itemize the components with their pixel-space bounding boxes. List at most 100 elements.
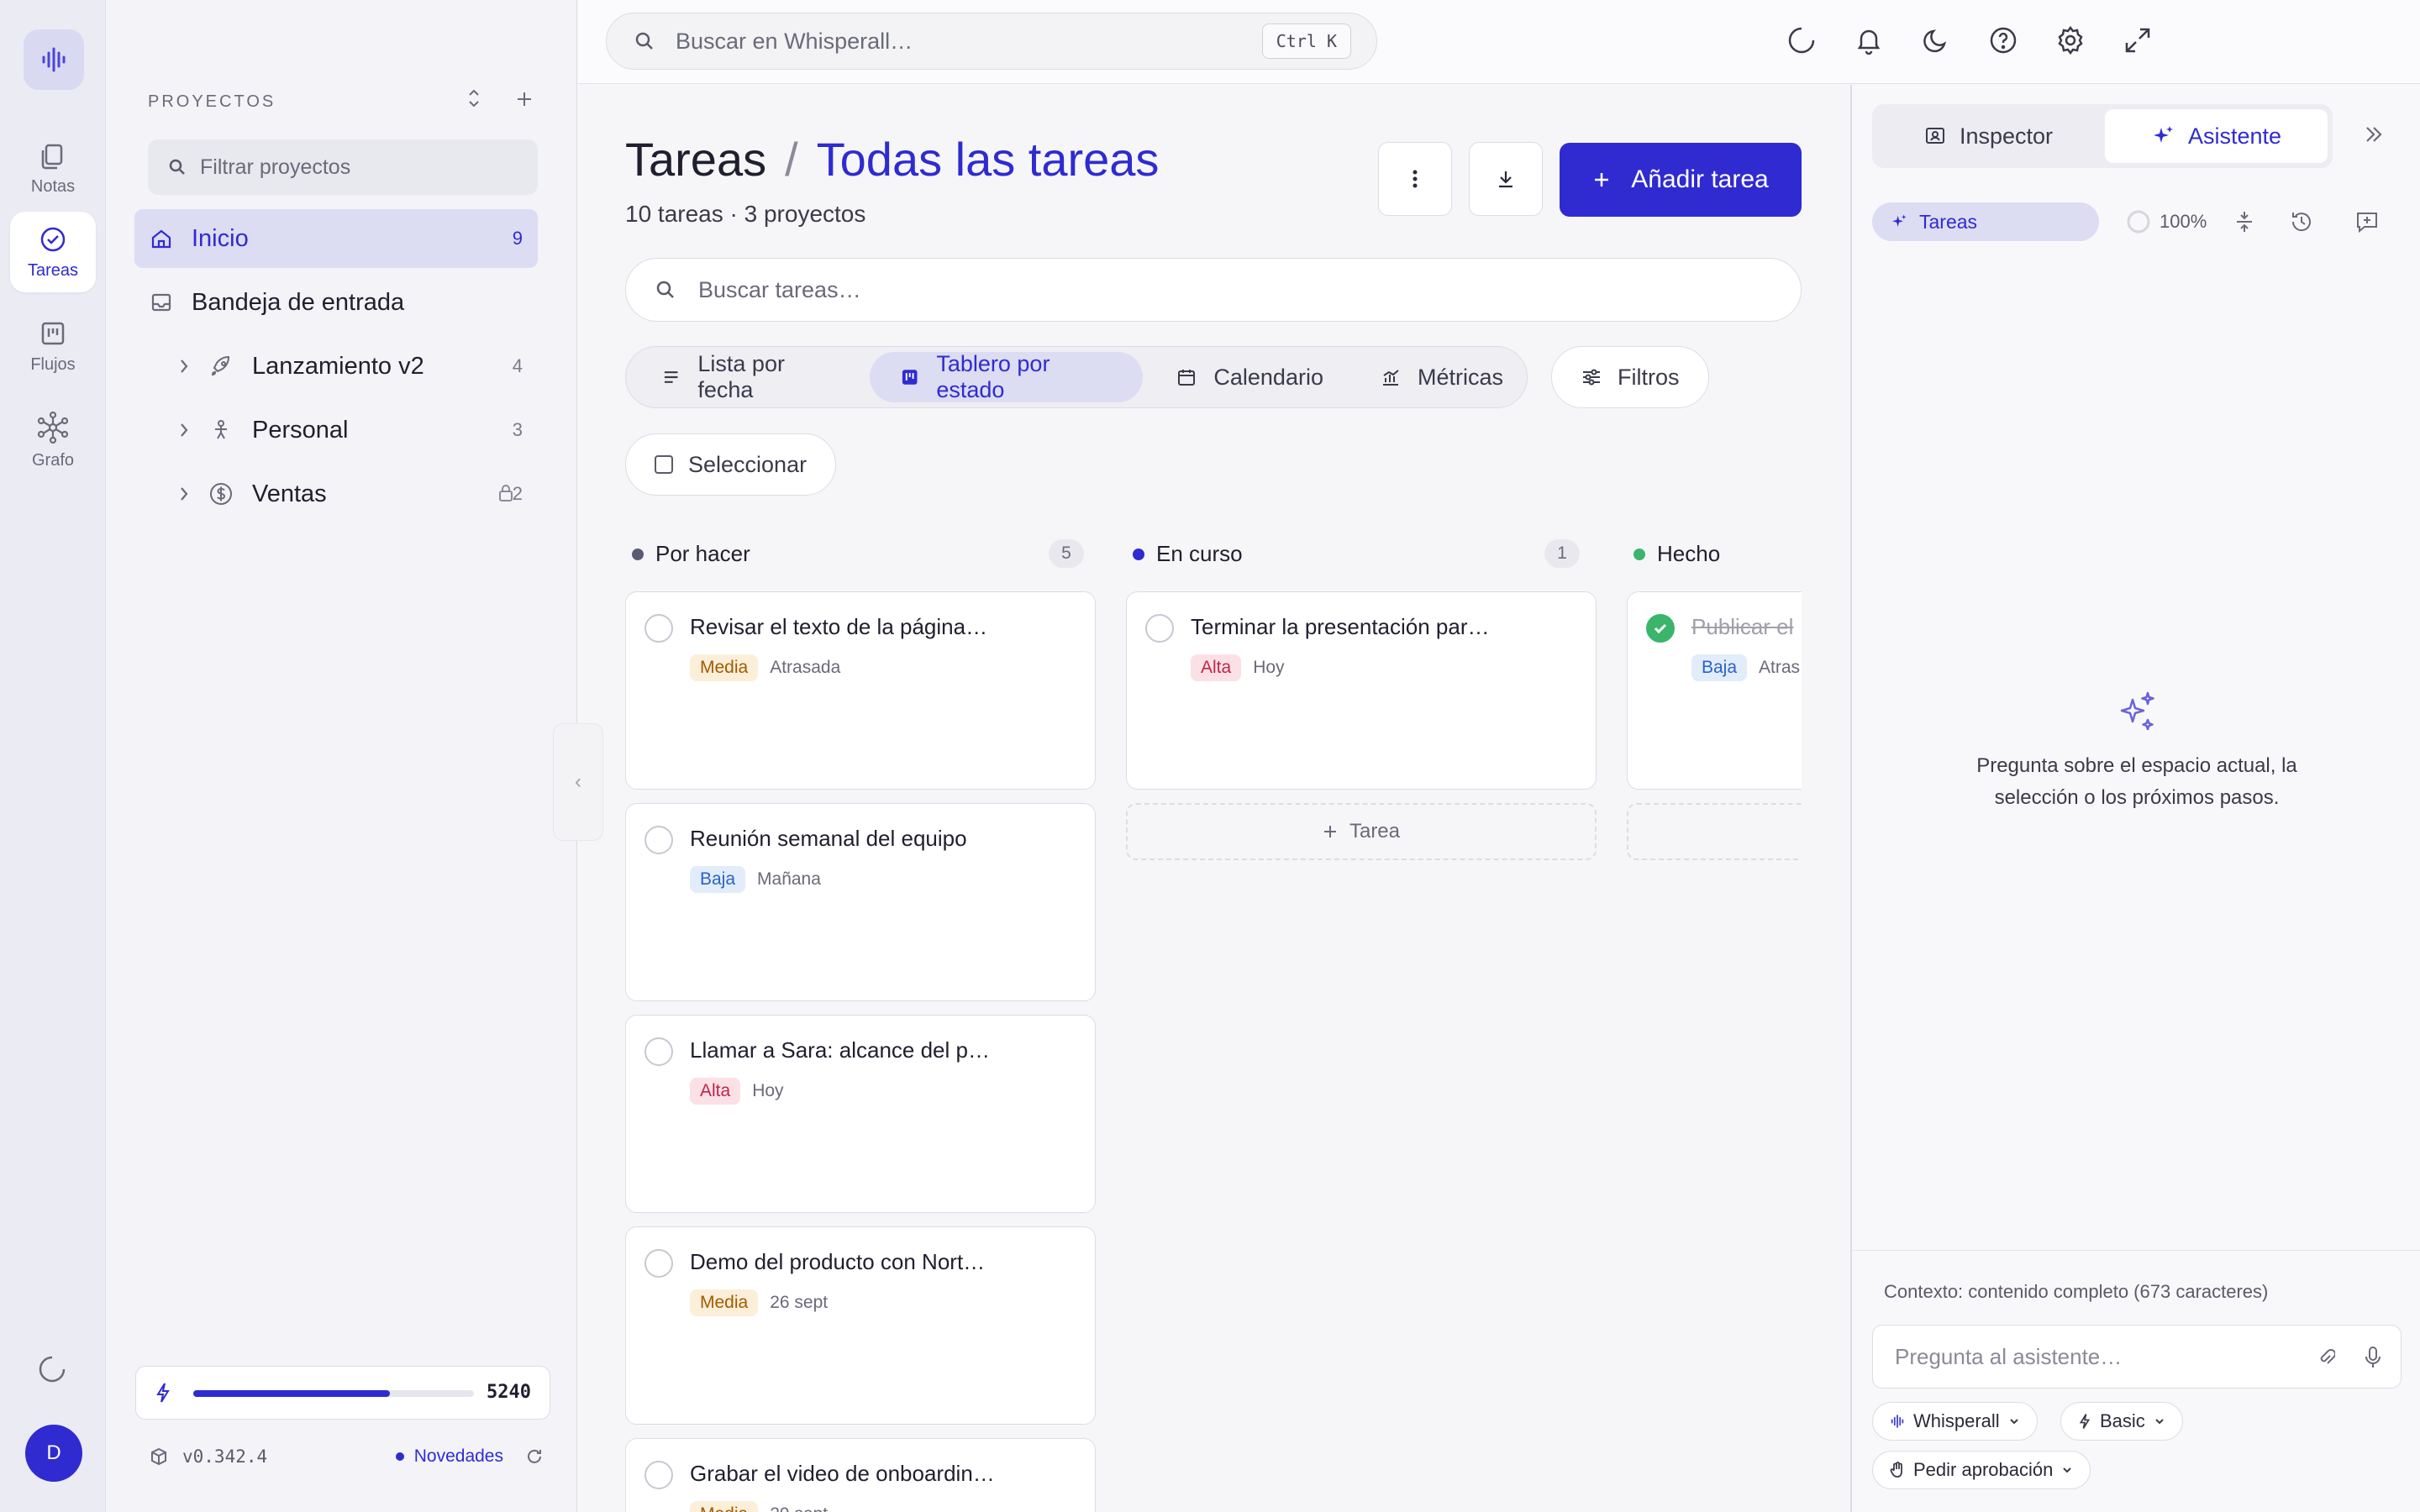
- help-icon[interactable]: [1988, 25, 2018, 55]
- flows-icon: [41, 322, 65, 344]
- priority-tag: Media: [690, 1501, 759, 1512]
- tasks-icon: [40, 227, 66, 251]
- tab-label: Tablero por estado: [936, 351, 1050, 402]
- section-label: PROYECTOS: [148, 92, 276, 111]
- expand-icon[interactable]: [2123, 25, 2153, 55]
- bell-icon[interactable]: [1854, 25, 1884, 55]
- tab-inspector[interactable]: Inspector: [1877, 109, 2100, 163]
- bolt-icon: [2079, 1414, 2091, 1429]
- tab-tablero-por-estado[interactable]: Tablero por estado: [869, 351, 1144, 402]
- empty-state-text: Pregunta sobre el espacio actual, la sel…: [1976, 754, 2297, 809]
- sidebar-item-bandeja[interactable]: Bandeja de entrada: [134, 273, 538, 332]
- tab-asistente[interactable]: Asistente: [2105, 109, 2328, 163]
- add-task-inline-button[interactable]: Tarea: [1126, 803, 1597, 860]
- priority-tag: Alta: [690, 1078, 741, 1105]
- select-button[interactable]: Seleccionar: [625, 433, 837, 496]
- sort-icon[interactable]: [466, 87, 481, 109]
- filters-button[interactable]: Filtros: [1551, 346, 1709, 408]
- task-card[interactable]: Llamar a Sara: alcance del p… Alta Hoy: [625, 1015, 1096, 1213]
- task-card[interactable]: Publicar el Baja Atras: [1627, 591, 1802, 790]
- rocket-icon: [211, 355, 230, 376]
- task-card[interactable]: Demo del producto con Nort… Media 26 sep…: [625, 1226, 1096, 1425]
- sync-icon[interactable]: [1786, 25, 1817, 55]
- task-search-input[interactable]: Buscar tareas…: [625, 258, 1802, 322]
- context-chip[interactable]: Tareas: [1872, 202, 2099, 241]
- sidebar-item-label: Lanzamiento v2: [252, 352, 424, 380]
- due-label: Hoy: [752, 1081, 784, 1100]
- task-card[interactable]: Terminar la presentación par… Alta Hoy: [1126, 591, 1597, 790]
- main-content: Tareas / Todas las tareas 10 tareas · 3 …: [553, 85, 1850, 1512]
- gear-icon[interactable]: [2055, 25, 2086, 55]
- model-chip[interactable]: Whisperall: [1872, 1402, 2038, 1441]
- filter-projects-input[interactable]: Filtrar proyectos: [148, 139, 538, 195]
- task-checkbox[interactable]: [644, 1249, 673, 1278]
- page-title: Tareas / Todas las tareas: [625, 132, 1159, 186]
- sidebar-item-personal[interactable]: Personal 3: [134, 401, 538, 459]
- search-icon: [635, 32, 653, 50]
- chevron-right-icon[interactable]: [178, 357, 190, 375]
- task-checkbox[interactable]: [644, 1461, 673, 1489]
- rail-tareas[interactable]: Tareas: [10, 212, 96, 292]
- tab-calendario[interactable]: Calendario: [1146, 352, 1347, 402]
- task-checkbox[interactable]: [644, 1037, 673, 1066]
- moon-icon[interactable]: [1921, 25, 1951, 55]
- news-link[interactable]: Novedades: [414, 1446, 503, 1467]
- chevron-right-icon[interactable]: [178, 421, 190, 439]
- collapse-panel-icon[interactable]: [2361, 122, 2386, 147]
- tab-label: Calendario: [1213, 364, 1323, 390]
- priority-tag: Alta: [1191, 654, 1242, 681]
- priority-tag: Media: [690, 654, 759, 681]
- project-sidebar: PROYECTOS Filtrar proyectos Inicio 9 Ban…: [107, 0, 577, 1512]
- new-chat-icon[interactable]: [2354, 209, 2380, 234]
- global-search-input[interactable]: Buscar en Whisperall… Ctrl K: [606, 13, 1377, 70]
- sidebar-item-lanzamiento[interactable]: Lanzamiento v2 4: [134, 337, 538, 396]
- column-title: Por hacer: [655, 541, 750, 566]
- plus-icon[interactable]: [515, 87, 534, 109]
- add-task-button[interactable]: Añadir tarea: [1560, 143, 1802, 217]
- collapse-sidebar-handle[interactable]: ‹: [553, 723, 603, 841]
- waveform-icon: [1891, 1415, 1904, 1428]
- board-icon: [902, 370, 918, 385]
- task-card[interactable]: Grabar el video de onboardin… Media 29 s…: [625, 1438, 1096, 1512]
- approval-chip[interactable]: Pedir aprobación: [1872, 1451, 2091, 1489]
- sidebar-item-count: 3: [512, 419, 523, 440]
- task-card[interactable]: Reunión semanal del equipo Baja Mañana: [625, 803, 1096, 1001]
- shortcut-hint: Ctrl K: [1261, 24, 1351, 59]
- bolt-icon: [156, 1383, 170, 1403]
- assistant-input[interactable]: Pregunta al asistente…: [1872, 1325, 2402, 1389]
- add-task-inline-button[interactable]: [1627, 803, 1802, 860]
- paperclip-icon[interactable]: [2317, 1346, 2335, 1369]
- task-checkbox[interactable]: [1145, 614, 1174, 643]
- download-button[interactable]: [1469, 142, 1543, 216]
- progress-ring-icon: [2127, 210, 2150, 234]
- microphone-icon[interactable]: [2364, 1346, 2382, 1369]
- sidebar-item-ventas[interactable]: Ventas 2: [134, 465, 538, 523]
- sidebar-item-inicio[interactable]: Inicio 9: [134, 209, 538, 268]
- column-count: 5: [1049, 539, 1084, 568]
- rail-notas[interactable]: Notas: [10, 128, 96, 208]
- avatar[interactable]: D: [25, 1425, 82, 1482]
- task-checkbox[interactable]: [644, 614, 673, 643]
- rail-flujos[interactable]: Flujos: [10, 306, 96, 386]
- tab-lista-por-fecha[interactable]: Lista por fecha: [631, 351, 866, 402]
- history-icon[interactable]: [2289, 209, 2314, 234]
- task-checkbox-done[interactable]: [1646, 614, 1675, 643]
- due-label: Atrasada: [770, 658, 841, 677]
- refresh-icon[interactable]: [525, 1447, 544, 1466]
- hand-icon: [1890, 1462, 1902, 1478]
- context-note: Contexto: contenido completo (673 caract…: [1884, 1281, 2269, 1302]
- task-checkbox[interactable]: [644, 826, 673, 854]
- rail-grafo[interactable]: Grafo: [10, 400, 96, 480]
- tab-metricas[interactable]: Métricas: [1350, 352, 1527, 402]
- app-logo[interactable]: [24, 29, 84, 90]
- due-label: 29 sept: [770, 1504, 828, 1512]
- more-options-button[interactable]: [1378, 142, 1452, 216]
- chevron-right-icon[interactable]: [178, 485, 190, 503]
- task-card[interactable]: Revisar el texto de la página… Media Atr…: [625, 591, 1096, 790]
- add-task-inline-label: Tarea: [1349, 820, 1401, 843]
- mode-chip[interactable]: Basic: [2060, 1402, 2183, 1441]
- column-title: En curso: [1156, 541, 1243, 566]
- check-icon: [1654, 623, 1667, 634]
- inspector-icon: [1925, 128, 1944, 144]
- compress-icon[interactable]: [2233, 209, 2255, 234]
